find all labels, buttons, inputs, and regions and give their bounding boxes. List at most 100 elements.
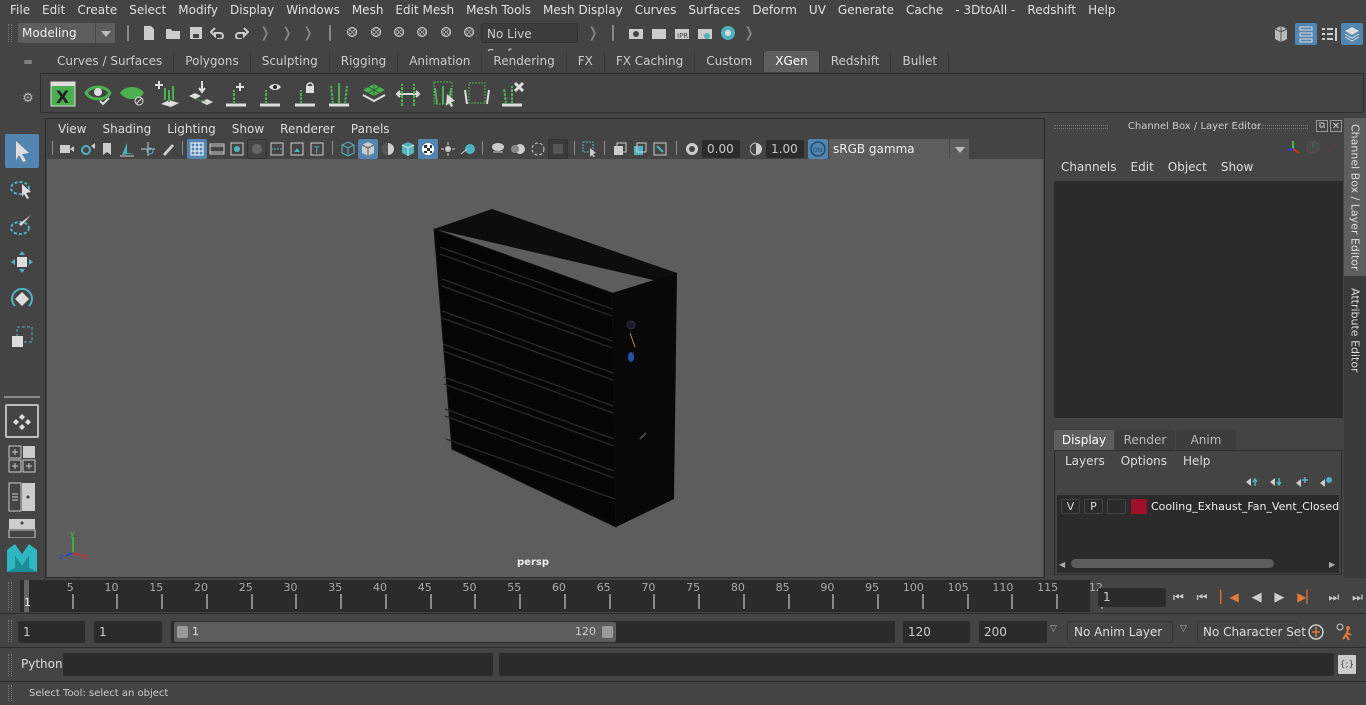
channel-box-toggle-icon[interactable] xyxy=(1341,23,1363,45)
collapse-arrow-icon[interactable]: ❭ xyxy=(259,23,271,43)
new-layer-from-selection-icon[interactable] xyxy=(1317,473,1335,491)
channel-box-menu-show[interactable]: Show xyxy=(1214,160,1260,174)
shelf-tab-rigging[interactable]: Rigging xyxy=(329,51,399,72)
menu-uv[interactable]: UV xyxy=(803,3,832,17)
xgen-library-icon[interactable]: X xyxy=(47,78,79,110)
step-forward-frame-icon[interactable]: ⏭ xyxy=(1329,590,1340,605)
animation-end-field[interactable]: 200 xyxy=(979,621,1047,643)
shelf-tab-curves-surfaces[interactable]: Curves / Surfaces xyxy=(46,51,175,72)
menu-surfaces[interactable]: Surfaces xyxy=(682,3,746,17)
animation-preferences-icon[interactable] xyxy=(1333,621,1357,643)
smooth-shade-icon[interactable] xyxy=(358,139,378,159)
layer-editor-tab-anim[interactable]: Anim xyxy=(1176,430,1236,450)
save-scene-icon[interactable] xyxy=(187,23,205,43)
lasso-select-tool-icon[interactable] xyxy=(5,172,39,206)
textured-icon[interactable] xyxy=(418,139,438,159)
use-all-lights-icon[interactable] xyxy=(438,139,458,159)
field-chart-icon[interactable] xyxy=(267,139,287,159)
bookmark-icon[interactable] xyxy=(98,139,116,159)
menu-windows[interactable]: Windows xyxy=(280,3,346,17)
viewport-menu-view[interactable]: View xyxy=(50,122,94,136)
help-line-grip[interactable] xyxy=(8,685,12,701)
grease-pencil-icon[interactable] xyxy=(158,139,178,159)
xray-active-components-icon[interactable] xyxy=(630,139,650,159)
layer-editor-menu-options[interactable]: Options xyxy=(1113,454,1175,468)
viewport-menu-shading[interactable]: Shading xyxy=(94,122,159,136)
menu-cache[interactable]: Cache xyxy=(900,3,949,17)
range-slider-track[interactable]: 1 120 xyxy=(171,621,895,643)
auto-key-icon[interactable] xyxy=(1305,621,1327,643)
menu-deform[interactable]: Deform xyxy=(746,3,803,17)
float-panel-icon[interactable]: ⧉ xyxy=(1316,120,1328,132)
shelf-tab-bullet[interactable]: Bullet xyxy=(891,51,950,72)
new-layer-icon[interactable] xyxy=(1293,473,1311,491)
script-editor-icon[interactable]: {;} xyxy=(1338,655,1356,674)
gamma-icon[interactable] xyxy=(746,139,766,159)
play-backwards-icon[interactable]: ◀ xyxy=(1252,590,1262,605)
snap-magnet-icon[interactable]: ⨷ xyxy=(459,23,479,43)
channel-box-menu-channels[interactable]: Channels xyxy=(1054,160,1124,174)
color-space-dropdown[interactable]: sRGB gamma xyxy=(829,139,969,159)
menu-mesh[interactable]: Mesh xyxy=(346,3,390,17)
snap-to-grid-icon[interactable]: ⨷ xyxy=(342,23,362,43)
place-guides-icon[interactable] xyxy=(185,78,217,110)
new-scene-icon[interactable] xyxy=(140,23,158,43)
shelf-tab-redshift[interactable]: Redshift xyxy=(819,51,892,72)
motion-blur-icon[interactable] xyxy=(508,139,528,159)
hyperbolic-icon[interactable] xyxy=(1324,138,1342,156)
xgen-preview-icon[interactable] xyxy=(82,78,114,110)
range-start-handle[interactable] xyxy=(177,626,188,638)
safe-action-icon[interactable] xyxy=(287,139,307,159)
shelf-tab-rendering[interactable]: Rendering xyxy=(482,51,567,72)
select-guides-icon[interactable] xyxy=(427,78,459,110)
wireframe-icon[interactable] xyxy=(338,139,358,159)
layer-visibility-toggle[interactable]: V xyxy=(1061,499,1080,514)
color-management-toggle[interactable]: ON xyxy=(808,139,828,159)
channel-box-menu-edit[interactable]: Edit xyxy=(1124,160,1161,174)
layer-row[interactable]: V P Cooling_Exhaust_Fan_Vent_Closed xyxy=(1061,499,1339,517)
shelf-tab-sculpting[interactable]: Sculpting xyxy=(250,51,330,72)
shadows-icon[interactable] xyxy=(458,139,478,159)
image-plane-icon[interactable] xyxy=(117,139,137,159)
go-to-start-icon[interactable]: ⏮ xyxy=(1173,590,1184,605)
character-set-dropdown[interactable]: No Character Set xyxy=(1197,621,1306,643)
tool-settings-toggle-icon[interactable] xyxy=(1318,23,1340,45)
anim-layer-dropdown-arrow[interactable]: ▽ xyxy=(1050,624,1057,634)
close-icon[interactable]: ✕ xyxy=(1330,120,1342,132)
go-to-end-icon[interactable]: ⏭ xyxy=(1352,590,1363,605)
current-frame-field[interactable]: 1 xyxy=(1098,588,1166,607)
command-line-grip[interactable] xyxy=(8,654,12,676)
2d-pan-zoom-icon[interactable] xyxy=(138,139,158,159)
render-settings-icon[interactable] xyxy=(695,23,715,43)
menu-generate[interactable]: Generate xyxy=(832,3,900,17)
redo-icon[interactable] xyxy=(231,23,251,43)
move-layer-down-icon[interactable] xyxy=(1267,473,1285,491)
viewport-menu-renderer[interactable]: Renderer xyxy=(272,122,343,136)
menu-edit[interactable]: Edit xyxy=(36,3,71,17)
film-gate-icon[interactable] xyxy=(207,139,227,159)
viewport-canvas[interactable]: y x z persp xyxy=(47,159,1043,577)
paint-select-tool-icon[interactable] xyxy=(5,208,39,242)
playback-start-field[interactable]: 1 xyxy=(94,621,162,643)
playback-end-field[interactable]: 120 xyxy=(903,621,970,643)
layer-editor-menu-layers[interactable]: Layers xyxy=(1057,454,1113,468)
command-input[interactable] xyxy=(63,653,493,676)
four-view-layout-icon[interactable] xyxy=(5,442,39,476)
add-guides-icon[interactable] xyxy=(151,78,183,110)
scale-guides-icon[interactable] xyxy=(392,78,424,110)
exposure-field[interactable]: 0.00 xyxy=(702,140,740,158)
viewport-menu-lighting[interactable]: Lighting xyxy=(159,122,224,136)
menu-edit-mesh[interactable]: Edit Mesh xyxy=(389,3,460,17)
tab-attribute-editor[interactable]: Attribute Editor xyxy=(1344,280,1366,380)
shelf-tab-xgen[interactable]: XGen xyxy=(764,51,820,72)
character-set-dropdown-arrow[interactable]: ▽ xyxy=(1180,624,1187,634)
menu-file[interactable]: File xyxy=(4,3,36,17)
modeling-toolkit-icon[interactable] xyxy=(1270,23,1292,45)
select-tool-icon[interactable] xyxy=(5,134,39,168)
menu-create[interactable]: Create xyxy=(71,3,123,17)
show-guides-icon[interactable] xyxy=(254,78,286,110)
time-slider[interactable]: 1 5 10 15 20 25 30 35 40 45 50 55 60 65 70 75 80 85 90 95 1… xyxy=(20,580,1103,612)
viewport-menu-panels[interactable]: Panels xyxy=(343,122,398,136)
shelf-tab-fx[interactable]: FX xyxy=(566,51,605,72)
hypershade-icon[interactable] xyxy=(718,23,738,43)
